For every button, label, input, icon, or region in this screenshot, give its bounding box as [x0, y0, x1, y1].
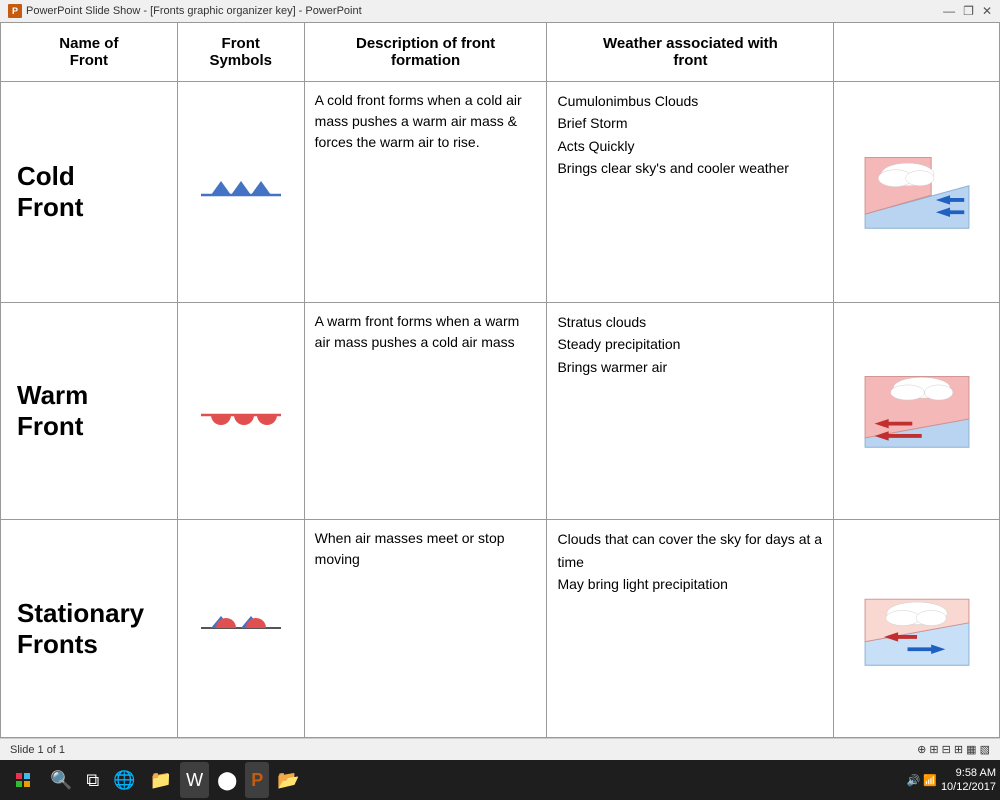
stationary-front-symbol-svg [196, 610, 286, 645]
stationary-front-image [852, 585, 982, 670]
time-display: 9:58 AM [956, 766, 996, 780]
header-description: Description of frontformation [304, 23, 547, 82]
title-bar: P PowerPoint Slide Show - [Fronts graphi… [0, 0, 1000, 22]
title-bar-controls: — ❐ ✕ [943, 4, 992, 18]
stationary-front-description: When air masses meet or stop moving [304, 520, 547, 738]
table-row: WarmFront A warm front forms when a warm… [1, 302, 1000, 520]
warm-front-name: WarmFront [1, 302, 178, 520]
cold-front-weather: Cumulonimbus Clouds Brief Storm Acts Qui… [547, 82, 834, 303]
word-button[interactable]: W [180, 762, 209, 798]
warm-front-graphic-cell [834, 302, 1000, 520]
start-button[interactable] [4, 762, 42, 798]
warm-front-weather: Stratus clouds Steady precipitation Brin… [547, 302, 834, 520]
window-title: PowerPoint Slide Show - [Fronts graphic … [26, 5, 362, 17]
taskbar: 🔍 ⧉ 🌐 📁 W ⬤ P 📂 🔊 📶 9:58 AM 10/12/2017 [0, 760, 1000, 800]
chrome-button[interactable]: ⬤ [211, 762, 243, 798]
taskbar-right: 🔊 📶 9:58 AM 10/12/2017 [906, 766, 996, 795]
stationary-front-name: StationaryFronts [1, 520, 178, 738]
date-display: 10/12/2017 [941, 780, 996, 794]
cold-front-name: ColdFront [1, 82, 178, 303]
cold-front-symbol [177, 82, 304, 303]
folder-button[interactable]: 📂 [271, 762, 305, 798]
warm-front-symbol [177, 302, 304, 520]
cold-front-graphic-cell [834, 82, 1000, 303]
status-icons: ⊕ ⊞ ⊟ ⊞ ▦ ▧ [917, 743, 990, 756]
stationary-front-graphic-cell [834, 520, 1000, 738]
taskbar-clock: 9:58 AM 10/12/2017 [941, 766, 996, 795]
stationary-front-symbol [177, 520, 304, 738]
table-row: StationaryFronts When air masses meet or… [1, 520, 1000, 738]
table-row: ColdFront A cold front forms when a cold… [1, 82, 1000, 303]
system-tray-icons: 🔊 📶 [906, 774, 936, 787]
powerpoint-icon: P [8, 4, 22, 18]
minimize-button[interactable]: — [943, 4, 955, 18]
powerpoint-taskbar-button[interactable]: P [245, 762, 269, 798]
slide-info: Slide 1 of 1 [10, 744, 65, 756]
stationary-front-weather: Clouds that can cover the sky for days a… [547, 520, 834, 738]
header-name: Name ofFront [1, 23, 178, 82]
file-explorer-button[interactable]: 📁 [144, 762, 178, 798]
warm-front-image [852, 367, 982, 452]
status-bar-right: ⊕ ⊞ ⊟ ⊞ ▦ ▧ [917, 743, 990, 756]
close-button[interactable]: ✕ [982, 4, 992, 18]
organizer-table: Name ofFront FrontSymbols Description of… [0, 22, 1000, 738]
cold-front-symbol-svg [196, 175, 286, 205]
title-bar-left: P PowerPoint Slide Show - [Fronts graphi… [8, 4, 362, 18]
status-bar: Slide 1 of 1 ⊕ ⊞ ⊟ ⊞ ▦ ▧ [0, 738, 1000, 760]
warm-front-description: A warm front forms when a warm air mass … [304, 302, 547, 520]
header-symbols: FrontSymbols [177, 23, 304, 82]
warm-front-symbol-svg [196, 395, 286, 425]
edge-button[interactable]: 🌐 [107, 762, 141, 798]
header-graphic [834, 23, 1000, 82]
search-button[interactable]: 🔍 [44, 762, 78, 798]
table-header-row: Name ofFront FrontSymbols Description of… [1, 23, 1000, 82]
slide-container: Name ofFront FrontSymbols Description of… [0, 22, 1000, 738]
task-view-button[interactable]: ⧉ [80, 762, 105, 798]
cold-front-image [852, 148, 982, 233]
header-weather: Weather associated withfront [547, 23, 834, 82]
restore-button[interactable]: ❐ [963, 4, 974, 18]
cold-front-description: A cold front forms when a cold air mass … [304, 82, 547, 303]
